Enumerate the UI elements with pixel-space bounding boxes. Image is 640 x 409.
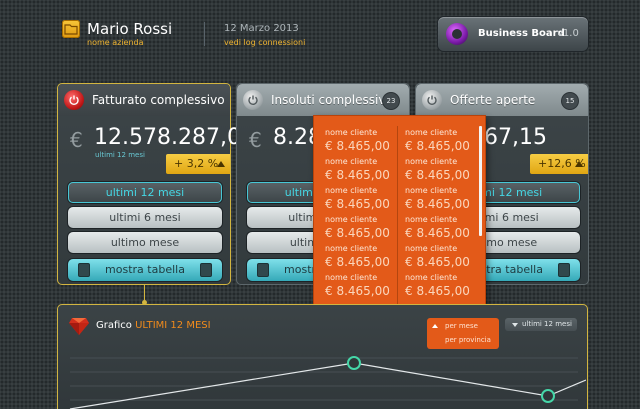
- client-entry[interactable]: nome cliente € 8.465,00: [325, 128, 405, 156]
- filter-option-per-provincia[interactable]: per provincia: [445, 336, 491, 344]
- client-entry[interactable]: nome cliente € 8.465,00: [325, 215, 405, 243]
- client-name: nome cliente: [325, 128, 378, 137]
- currency-symbol: €: [249, 128, 262, 152]
- client-amount: € 8.465,00: [405, 139, 470, 153]
- connection-log-link[interactable]: vedi log connessioni: [224, 38, 305, 47]
- chart-title-text: Grafico: [96, 320, 132, 331]
- option-ultimi-12-mesi[interactable]: ultimi 12 mesi: [68, 182, 222, 203]
- client-amount: € 8.465,00: [325, 284, 390, 298]
- card-period: ultimi 12 mesi: [95, 151, 145, 159]
- company-name: nome azienda: [87, 38, 144, 47]
- client-name: nome cliente: [405, 215, 458, 224]
- client-name: nome cliente: [405, 273, 458, 282]
- ruby-gem-icon: [69, 318, 89, 335]
- client-amount: € 8.465,00: [325, 168, 390, 182]
- trend-badge: +12,6 %: [530, 154, 588, 174]
- client-entry[interactable]: nome cliente € 8.465,00: [325, 186, 405, 214]
- chevron-down-icon: [512, 323, 518, 327]
- client-name: nome cliente: [325, 215, 378, 224]
- power-icon[interactable]: [64, 90, 84, 110]
- clipboard-icon: [558, 263, 570, 277]
- client-name: nome cliente: [405, 186, 458, 195]
- user-name: Mario Rossi: [87, 20, 173, 38]
- client-name: nome cliente: [325, 244, 378, 253]
- card-title: Insoluti complessivi: [271, 93, 389, 107]
- client-entry[interactable]: nome cliente € 8.465,00: [405, 186, 485, 214]
- card-title: Offerte aperte: [450, 93, 536, 107]
- client-amount: € 8.465,00: [325, 197, 390, 211]
- clipboard-icon: [257, 263, 269, 277]
- client-entry[interactable]: nome cliente € 8.465,00: [405, 157, 485, 185]
- current-date: 12 Marzo 2013: [224, 23, 299, 34]
- client-entry[interactable]: nome cliente € 8.465,00: [405, 215, 485, 243]
- card-header: Insoluti complessivi 23: [237, 84, 409, 116]
- client-amount: € 8.465,00: [325, 226, 390, 240]
- chart-period-highlight: ULTIMI 12 MESI: [135, 320, 211, 331]
- currency-symbol: €: [70, 128, 83, 152]
- chart-range-select[interactable]: ultimi 12 mesi: [505, 318, 577, 331]
- user-folder-icon: [62, 20, 80, 38]
- client-amount: € 8.465,00: [325, 255, 390, 269]
- client-entry[interactable]: nome cliente € 8.465,00: [325, 244, 405, 272]
- card-amount: 12.578.287,09: [94, 125, 255, 150]
- card-fatturato[interactable]: Fatturato complessivo € 12.578.287,09 ul…: [57, 83, 255, 285]
- client-entry[interactable]: nome cliente € 8.465,00: [405, 244, 485, 272]
- client-amount: € 8.465,00: [405, 226, 470, 240]
- client-amount: € 8.465,00: [405, 255, 470, 269]
- client-amount: € 8.465,00: [325, 139, 390, 153]
- chart-data-point[interactable]: [541, 389, 555, 403]
- client-entry[interactable]: nome cliente € 8.465,00: [325, 157, 405, 185]
- count-badge: 23: [383, 93, 399, 109]
- option-ultimi-6-mesi[interactable]: ultimi 6 mesi: [68, 207, 222, 228]
- chart-filter-dropdown[interactable]: per mese per provincia: [427, 318, 499, 349]
- client-entry[interactable]: nome cliente € 8.465,00: [405, 128, 485, 156]
- count-badge: 15: [562, 93, 578, 109]
- client-amount: € 8.465,00: [405, 197, 470, 211]
- card-header: Offerte aperte 15: [416, 84, 588, 116]
- caret-up-icon: [432, 324, 438, 328]
- business-board-logo-icon: [446, 23, 468, 45]
- card-header: Fatturato complessivo: [58, 84, 230, 116]
- chart-data-point[interactable]: [347, 356, 361, 370]
- trend-badge: + 3,2 %: [166, 154, 230, 174]
- card-amount: 67,15: [484, 125, 547, 150]
- brand-version: v1.0: [557, 28, 579, 39]
- option-ultimo-mese[interactable]: ultimo mese: [68, 232, 222, 253]
- client-amount: € 8.465,00: [405, 284, 470, 298]
- client-name: nome cliente: [405, 128, 458, 137]
- brand-badge: Business Board v1.0: [438, 17, 588, 51]
- client-name: nome cliente: [405, 157, 458, 166]
- header-divider: [204, 22, 205, 46]
- client-name: nome cliente: [405, 244, 458, 253]
- power-icon[interactable]: [422, 90, 442, 110]
- client-name: nome cliente: [325, 273, 378, 282]
- client-name: nome cliente: [325, 186, 378, 195]
- clipboard-icon: [200, 263, 212, 277]
- show-table-button[interactable]: mostra tabella: [68, 259, 222, 281]
- show-table-label: mostra tabella: [105, 263, 185, 276]
- chart-title: Grafico ULTIMI 12 MESI: [96, 320, 211, 331]
- client-entry[interactable]: nome cliente € 8.465,00: [405, 273, 485, 301]
- insoluti-popup[interactable]: nome cliente € 8.465,00 nome cliente € 8.4…: [313, 115, 486, 311]
- client-name: nome cliente: [325, 157, 378, 166]
- client-entry[interactable]: nome cliente € 8.465,00: [325, 273, 405, 301]
- brand-name: Business Board: [478, 28, 565, 39]
- filter-option-per-mese[interactable]: per mese: [445, 322, 478, 330]
- client-amount: € 8.465,00: [405, 168, 470, 182]
- clipboard-icon: [78, 263, 90, 277]
- card-title: Fatturato complessivo: [92, 93, 225, 107]
- power-icon[interactable]: [243, 90, 263, 110]
- chart-plot-area: [69, 356, 586, 409]
- chart-range-label: ultimi 12 mesi: [522, 320, 572, 328]
